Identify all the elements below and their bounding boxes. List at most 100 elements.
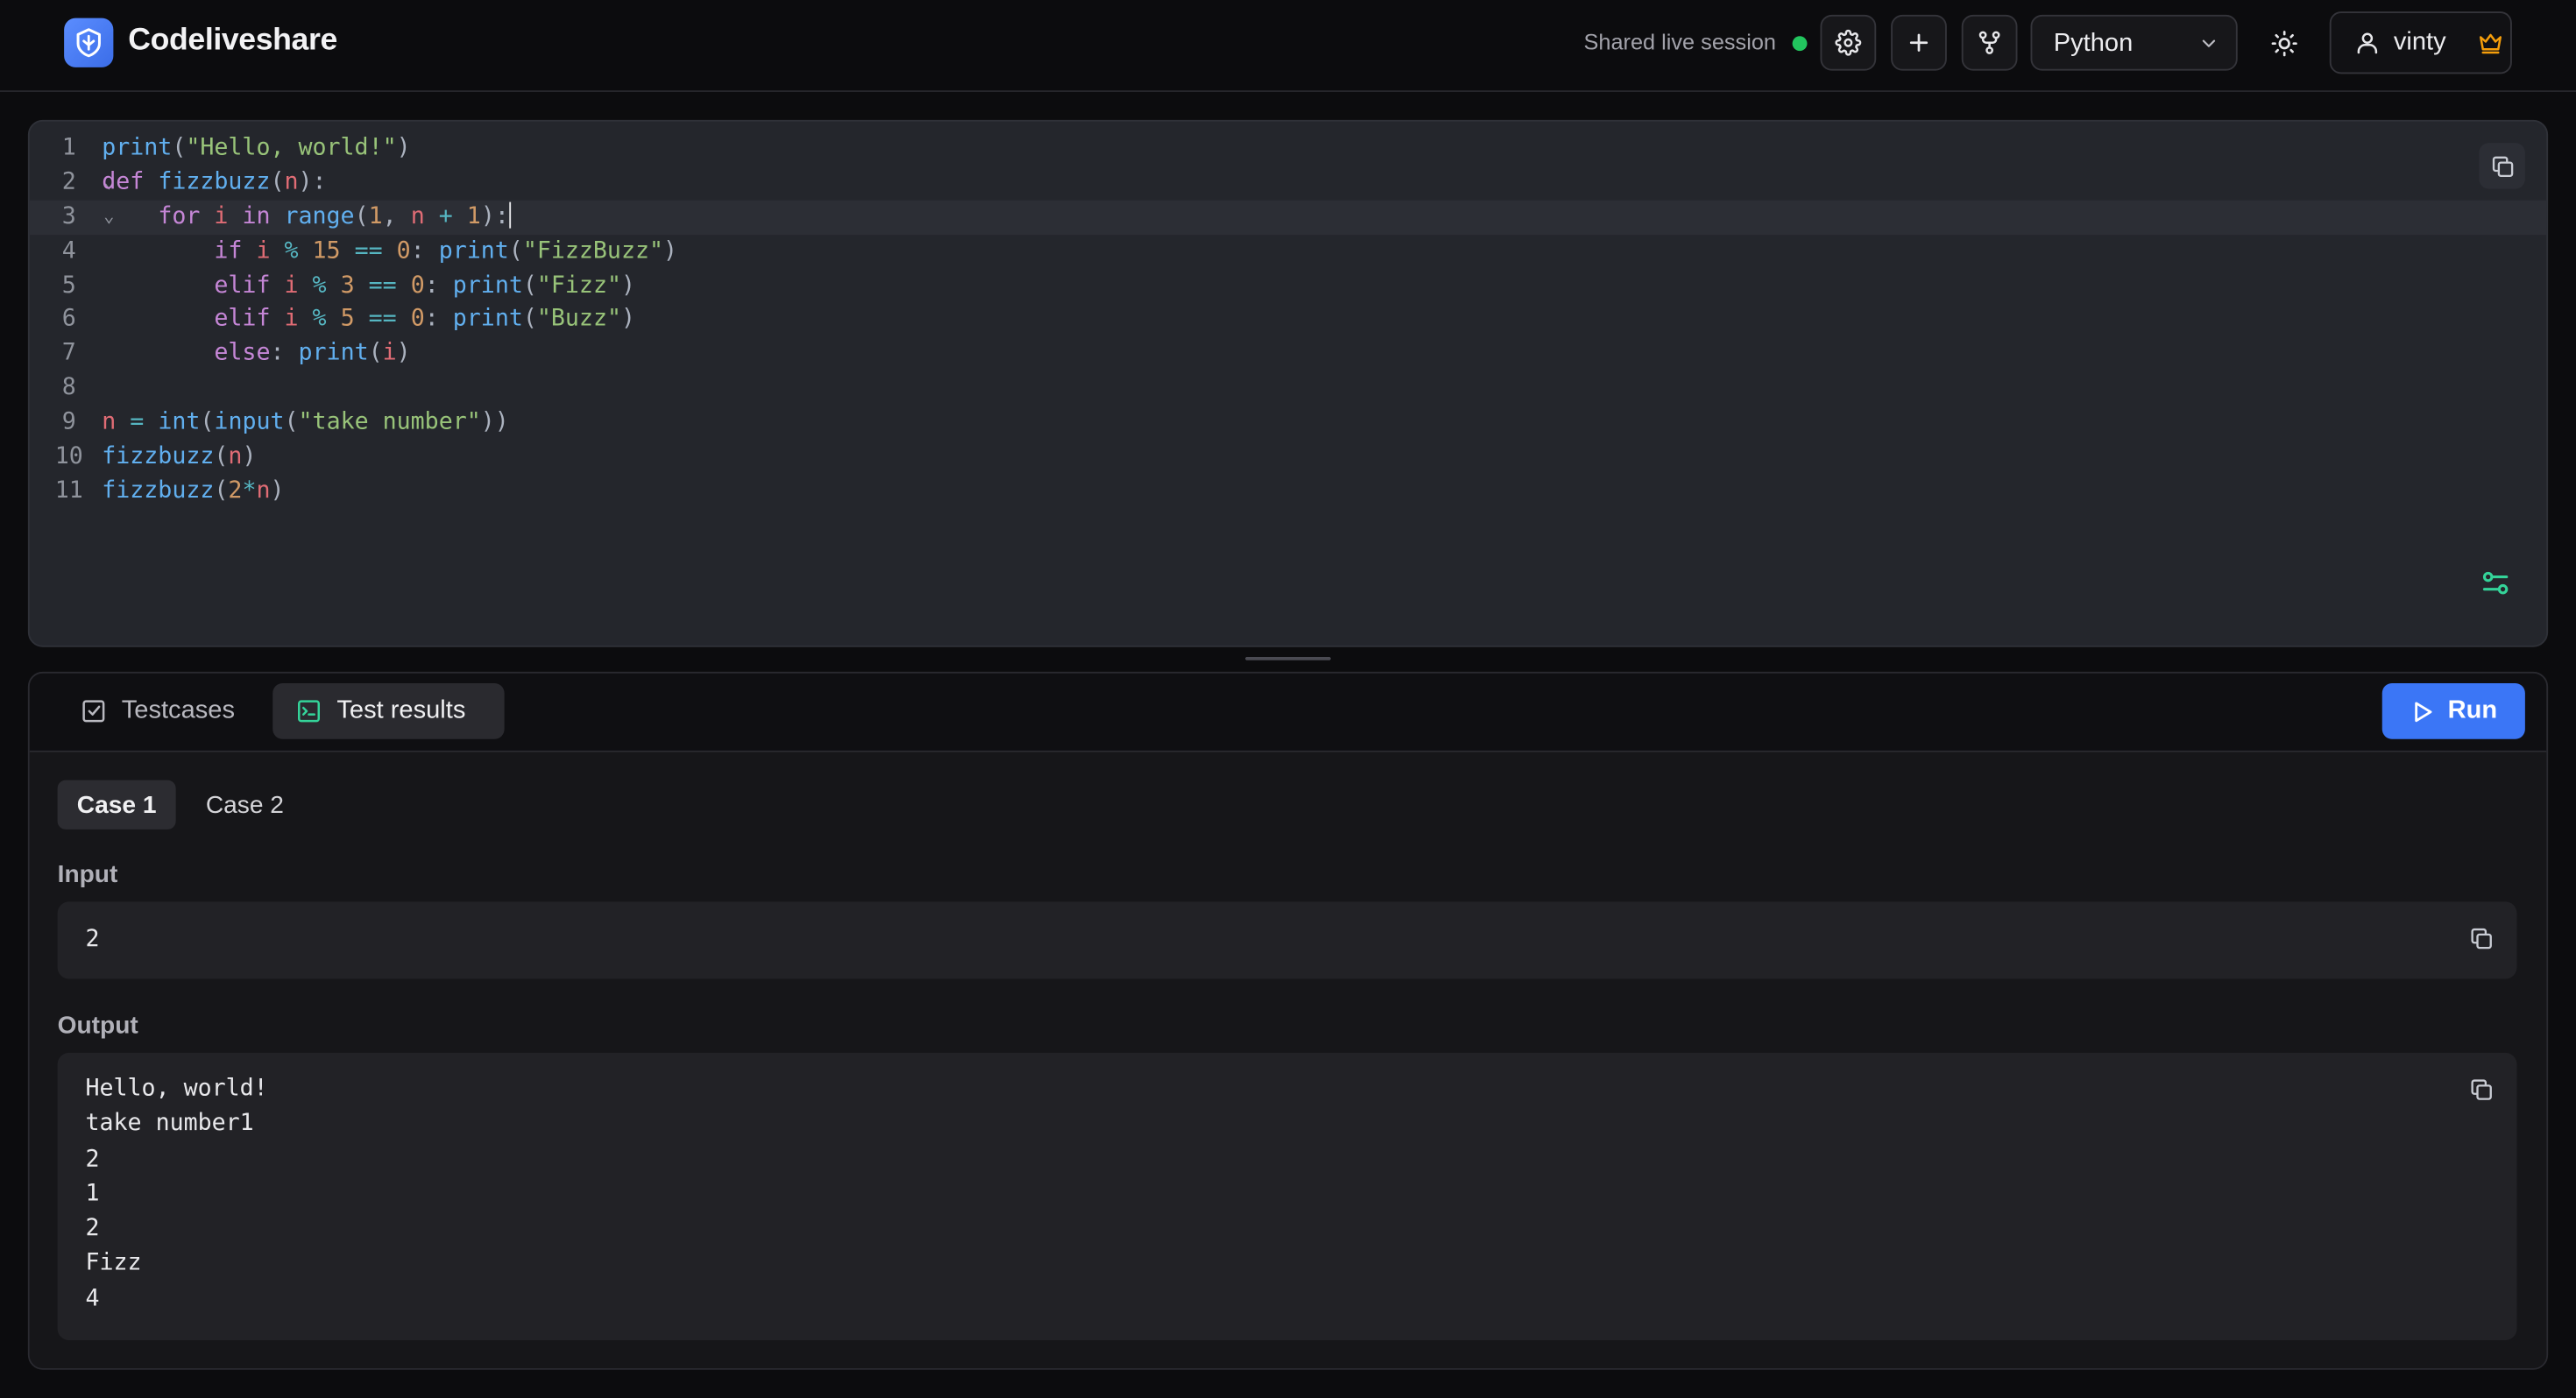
- panel-resize-handle[interactable]: [1245, 657, 1331, 660]
- language-select[interactable]: Python: [2030, 14, 2238, 71]
- code-token: ): [620, 272, 636, 299]
- fork-button[interactable]: [1961, 14, 2018, 71]
- code-token: 1: [466, 203, 481, 230]
- input-value: 2: [85, 926, 100, 953]
- top-bar: Codeliveshare Shared live session Python: [0, 0, 2576, 92]
- code-line[interactable]: 7 else: print(i): [30, 337, 2547, 371]
- line-number: 1: [61, 134, 76, 161]
- code-token: i: [284, 306, 313, 333]
- code-token: range: [284, 203, 355, 230]
- output-box: Hello, world! take number1 2 1 2 Fizz 4: [57, 1052, 2517, 1340]
- code-token: ): [396, 340, 411, 367]
- code-token: fizzbuzz: [102, 477, 215, 505]
- code-line[interactable]: 2 ⌄ def fizzbuzz(n):: [30, 166, 2547, 200]
- output-line: 2: [85, 1145, 100, 1172]
- case-tab-2[interactable]: Case 2: [189, 780, 301, 830]
- code-line[interactable]: 6 elif i % 5 == 0: print("Buzz"): [30, 303, 2547, 337]
- code-token: i: [256, 237, 285, 265]
- code-token: (: [172, 134, 187, 161]
- theme-toggle-button[interactable]: [2261, 15, 2307, 71]
- case-tab-1[interactable]: Case 1: [57, 780, 176, 830]
- code-token: =: [130, 409, 159, 436]
- code-text: n = int(input("take number")): [102, 406, 509, 440]
- line-number: 11: [54, 477, 83, 505]
- code-line[interactable]: 9n = int(input("take number")): [30, 406, 2547, 440]
- code-token: elif: [214, 306, 285, 333]
- code-token: int: [158, 409, 201, 436]
- code-token: 0: [396, 237, 411, 265]
- user-icon: [2357, 32, 2378, 54]
- code-editor[interactable]: 1 print("Hello, world!") 2 ⌄ def fizzbuzz(n)…: [27, 119, 2549, 647]
- code-token: %: [312, 306, 341, 333]
- code-token: else: [214, 340, 271, 367]
- tab-testcases-label: Testcases: [121, 696, 235, 724]
- fork-icon: [1978, 31, 2000, 54]
- output-line: 4: [85, 1285, 100, 1312]
- input-box: 2: [57, 901, 2517, 979]
- code-token: ==: [368, 272, 411, 299]
- code-token: ,: [382, 203, 411, 230]
- text-cursor: [508, 201, 512, 229]
- terminal-icon: [298, 700, 320, 723]
- code-token: :: [270, 340, 299, 367]
- code-token: print: [298, 340, 369, 367]
- code-token: (: [214, 443, 229, 470]
- code-line[interactable]: 8: [30, 371, 2547, 406]
- code-token: *: [242, 477, 257, 505]
- copy-input-button[interactable]: [2466, 923, 2495, 953]
- code-line[interactable]: 3 ⌄ for i in range(1, n + 1):: [29, 200, 2547, 235]
- tab-testcases[interactable]: Testcases: [58, 683, 288, 739]
- code-token: "FizzBuzz": [522, 237, 664, 265]
- editor-settings-button[interactable]: [2480, 568, 2510, 606]
- code-token: print: [452, 272, 523, 299]
- gear-icon: [1835, 29, 1862, 56]
- code-token: %: [284, 237, 313, 265]
- language-select-value: Python: [2053, 29, 2134, 58]
- code-token: %: [312, 272, 341, 299]
- output-line: take number1: [85, 1111, 254, 1138]
- run-button[interactable]: Run: [2381, 683, 2525, 739]
- session-status-label: Shared live session: [1583, 29, 1777, 54]
- output-line: Hello, world!: [85, 1076, 268, 1103]
- code-token: :: [410, 237, 439, 265]
- settings-button[interactable]: [1820, 14, 1877, 71]
- code-line[interactable]: 5 elif i % 3 == 0: print("Fizz"): [30, 269, 2547, 303]
- line-number: 8: [61, 374, 76, 401]
- code-token: (: [522, 306, 537, 333]
- line-number: 9: [61, 409, 76, 436]
- play-icon: [2415, 701, 2432, 722]
- copy-code-button[interactable]: [2479, 143, 2525, 189]
- sliders-icon: [2482, 571, 2509, 595]
- code-token: (: [284, 409, 299, 436]
- code-lines[interactable]: 1 print("Hello, world!") 2 ⌄ def fizzbuzz(n)…: [29, 131, 2547, 509]
- results-panel: Testcases Test results Run Case 1 Case 2…: [27, 671, 2549, 1370]
- code-line[interactable]: 10 fizzbuzz(n): [30, 441, 2547, 475]
- code-line[interactable]: 4 if i % 15 == 0: print("FizzBuzz"): [30, 235, 2547, 269]
- code-line[interactable]: 11 fizzbuzz(2*n): [30, 475, 2547, 509]
- test-results-body: Case 1 Case 2 Input 2 Output Hello, worl…: [29, 752, 2547, 1368]
- app-root: Codeliveshare Shared live session Python: [0, 0, 2576, 1398]
- user-menu-button[interactable]: vinty: [2329, 11, 2512, 74]
- new-session-button[interactable]: [1891, 14, 1947, 71]
- code-token: "take number": [298, 409, 481, 436]
- code-text: def fizzbuzz(n):: [102, 166, 326, 200]
- line-number: 7: [61, 340, 76, 367]
- plus-icon: [1909, 33, 1928, 52]
- code-token: 15: [312, 237, 355, 265]
- code-line[interactable]: 1 print("Hello, world!"): [30, 131, 2547, 166]
- code-token: i: [284, 272, 313, 299]
- output-line: 1: [85, 1180, 100, 1207]
- copy-output-button[interactable]: [2466, 1074, 2495, 1104]
- line-number: 4: [61, 237, 76, 265]
- code-token: 0: [410, 272, 425, 299]
- code-text: elif i % 5 == 0: print("Buzz"): [102, 303, 635, 337]
- code-token: print: [452, 306, 523, 333]
- code-token: i: [214, 203, 243, 230]
- chevron-down-icon: [2202, 39, 2216, 47]
- code-token: n: [284, 168, 299, 195]
- output-label: Output: [57, 1012, 138, 1040]
- code-token: fizzbuzz: [102, 443, 215, 470]
- tab-test-results[interactable]: Test results: [272, 683, 505, 739]
